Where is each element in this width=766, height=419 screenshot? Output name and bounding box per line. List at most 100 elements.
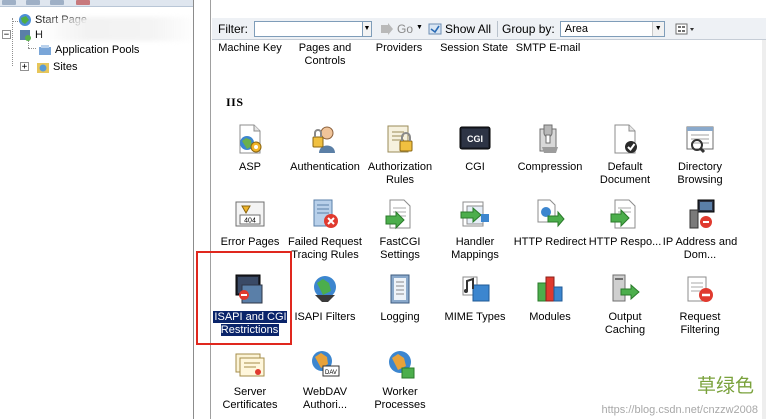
feature-modules[interactable]: Modules bbox=[512, 273, 588, 343]
http-response-headers-icon bbox=[610, 199, 636, 229]
tree-item-label: Application Pools bbox=[55, 43, 140, 56]
app-pools-icon bbox=[38, 43, 52, 57]
feature-logging[interactable]: Logging bbox=[362, 273, 438, 343]
feature-label: Default Document bbox=[599, 161, 651, 186]
feature-label: Failed Request Tracing Rules bbox=[288, 236, 362, 261]
features-view-pane: Filter: ▼ Go ▼ Show All Group by: Area ▼… bbox=[196, 0, 766, 419]
feature-worker-processes[interactable]: Worker Processes bbox=[362, 348, 438, 418]
feature-label: Authentication bbox=[290, 161, 360, 173]
connections-tree-pane: Start Page − H Application Pools + Sites bbox=[0, 0, 194, 419]
go-button[interactable]: Go bbox=[380, 22, 413, 36]
feature-failed-request-tracing-rules[interactable]: Failed Request Tracing Rules bbox=[287, 198, 363, 268]
feature-label: Worker Processes bbox=[374, 386, 426, 411]
feature-label: FastCGI Settings bbox=[379, 236, 421, 261]
feature-label: CGI bbox=[465, 161, 485, 173]
feature-webdav-authoring-rules[interactable]: DAV WebDAV Authori... bbox=[287, 348, 363, 418]
http-redirect-icon bbox=[537, 199, 565, 228]
show-all-icon bbox=[428, 23, 442, 35]
authentication-icon bbox=[312, 126, 335, 153]
feature-label: IP Address and Dom... bbox=[662, 236, 738, 261]
blurred-region bbox=[40, 17, 193, 41]
worker-processes-icon bbox=[389, 351, 415, 379]
feature-output-caching[interactable]: Output Caching bbox=[587, 273, 663, 343]
connections-toolbar bbox=[0, 0, 193, 7]
tree-item-sites[interactable]: + Sites bbox=[20, 59, 77, 74]
tree-item-server[interactable]: − H bbox=[2, 27, 43, 42]
feature-label: HTTP Respo... bbox=[588, 236, 662, 248]
view-mode-button[interactable] bbox=[675, 22, 697, 36]
collapse-expander[interactable]: − bbox=[2, 30, 11, 40]
feature-label: ASP bbox=[238, 161, 261, 173]
feature-authentication[interactable]: Authentication bbox=[287, 123, 363, 193]
chevron-down-icon: ▼ bbox=[651, 21, 664, 36]
feature-providers[interactable]: Providers bbox=[363, 42, 435, 55]
group-by-label: Group by: bbox=[502, 21, 555, 36]
feature-label: Authorization Rules bbox=[367, 161, 433, 186]
group-by-value: Area bbox=[564, 22, 588, 35]
toolbar-icon[interactable] bbox=[2, 0, 16, 5]
toolbar-icon[interactable] bbox=[50, 0, 64, 5]
feature-directory-browsing[interactable]: Directory Browsing bbox=[662, 123, 738, 193]
watermark-text: 草绿色 bbox=[696, 375, 754, 397]
feature-machine-key[interactable]: Machine Key bbox=[214, 42, 286, 55]
feature-asp[interactable]: ASP bbox=[212, 123, 288, 193]
compression-icon bbox=[539, 124, 558, 153]
vertical-scrollbar[interactable] bbox=[762, 40, 766, 419]
tree-item-label: Sites bbox=[53, 60, 78, 73]
output-caching-icon bbox=[612, 274, 640, 302]
go-label: Go bbox=[397, 21, 414, 36]
feature-isapi-filters[interactable]: ISAPI Filters bbox=[287, 273, 363, 343]
group-by-select[interactable]: Area ▼ bbox=[559, 20, 665, 37]
feature-default-document[interactable]: Default Document bbox=[587, 123, 663, 193]
pane-splitter[interactable] bbox=[194, 0, 212, 419]
feature-label: Request Filtering bbox=[679, 311, 721, 336]
error-pages-icon: 404 bbox=[235, 201, 265, 227]
toolbar-icon[interactable] bbox=[26, 0, 40, 5]
feature-label: Error Pages bbox=[220, 236, 280, 248]
feature-request-filtering[interactable]: Request Filtering bbox=[662, 273, 738, 343]
expand-expander[interactable]: + bbox=[20, 62, 29, 72]
tree-item-application-pools[interactable]: Application Pools bbox=[38, 42, 139, 57]
feature-server-certificates[interactable]: Server Certificates bbox=[212, 348, 288, 418]
dav-icon-text: DAV bbox=[325, 370, 337, 376]
asp-icon bbox=[239, 124, 262, 154]
feature-smtp-email[interactable]: SMTP E-mail bbox=[512, 42, 584, 55]
feature-label: HTTP Redirect bbox=[513, 236, 587, 248]
feature-mime-types[interactable]: MIME Types bbox=[437, 273, 513, 343]
feature-label: MIME Types bbox=[444, 311, 506, 323]
view-icon bbox=[675, 23, 694, 34]
filter-input[interactable] bbox=[254, 20, 363, 37]
feature-ip-address-domain-restrictions[interactable]: IP Address and Dom... bbox=[662, 198, 738, 268]
sites-icon bbox=[36, 60, 50, 74]
feature-handler-mappings[interactable]: Handler Mappings bbox=[437, 198, 513, 268]
watermark-credit: https://blog.csdn.net/cnzzw2008 bbox=[601, 404, 758, 416]
show-all-button[interactable]: Show All bbox=[428, 22, 491, 36]
feature-http-response-headers[interactable]: HTTP Respo... bbox=[587, 198, 663, 268]
failed-request-tracing-icon bbox=[313, 199, 338, 228]
feature-authorization-rules[interactable]: Authorization Rules bbox=[362, 123, 438, 193]
feature-label: Modules bbox=[529, 311, 571, 323]
aspnet-feature-row: Machine Key Pages and Controls Providers… bbox=[212, 42, 766, 72]
authorization-rules-icon bbox=[387, 125, 413, 153]
feature-pages-and-controls[interactable]: Pages and Controls bbox=[289, 42, 361, 68]
directory-browsing-icon bbox=[686, 126, 714, 154]
isapi-cgi-restrictions-icon bbox=[235, 274, 263, 304]
go-icon bbox=[380, 22, 394, 35]
feature-http-redirect[interactable]: HTTP Redirect bbox=[512, 198, 588, 268]
request-filtering-icon bbox=[687, 276, 713, 302]
server-certificates-icon bbox=[235, 353, 265, 377]
isapi-filters-icon bbox=[314, 276, 336, 302]
feature-label: Output Caching bbox=[604, 311, 646, 336]
filter-toolbar: Filter: ▼ Go ▼ Show All Group by: Area ▼ bbox=[212, 18, 766, 40]
mime-types-icon bbox=[462, 276, 490, 302]
feature-isapi-and-cgi-restrictions[interactable]: ISAPI and CGI Restrictions bbox=[212, 273, 288, 343]
feature-label: Handler Mappings bbox=[451, 236, 499, 261]
filter-dropdown-button[interactable]: ▼ bbox=[363, 20, 372, 37]
feature-compression[interactable]: Compression bbox=[512, 123, 588, 193]
feature-session-state[interactable]: Session State bbox=[438, 42, 510, 55]
toolbar-icon[interactable] bbox=[76, 0, 90, 5]
feature-label: WebDAV Authori... bbox=[302, 386, 348, 411]
feature-cgi[interactable]: CGI CGI bbox=[437, 123, 513, 193]
feature-fastcgi-settings[interactable]: FastCGI Settings bbox=[362, 198, 438, 268]
go-dropdown-icon[interactable]: ▼ bbox=[415, 21, 424, 37]
